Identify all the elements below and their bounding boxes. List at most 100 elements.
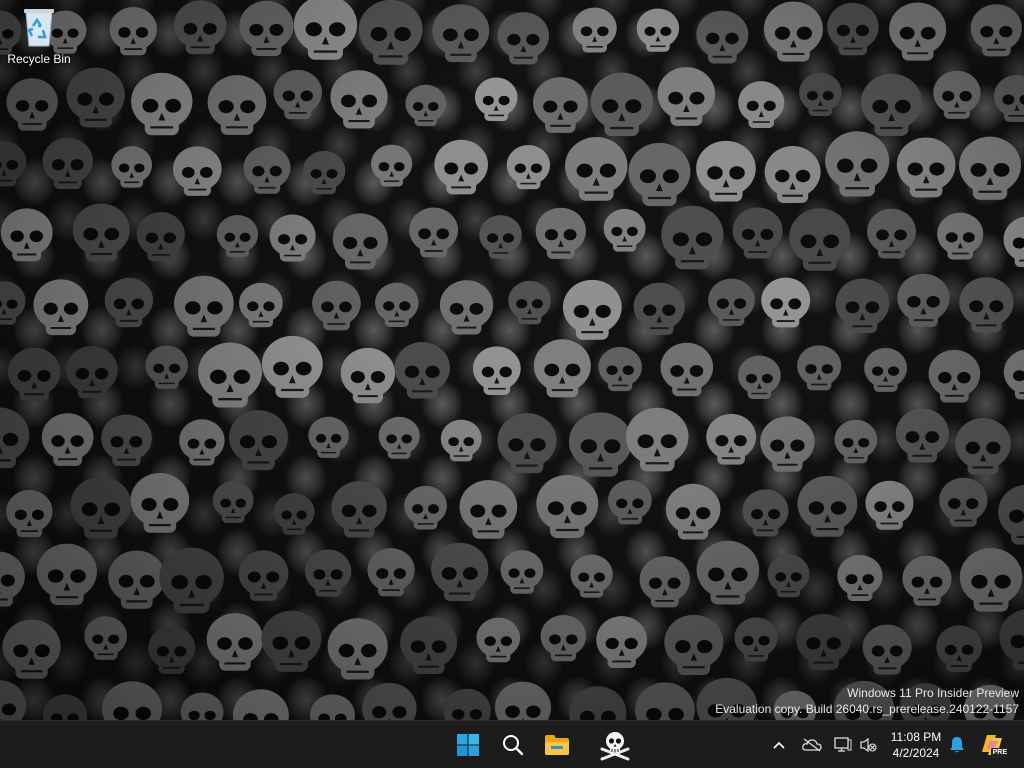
wallpaper-skull [137, 212, 185, 261]
taskbar: 11:08 PM 4/2/2024 PRE [0, 720, 1024, 768]
wallpaper-skull [569, 686, 626, 720]
wallpaper-skull [1, 208, 53, 261]
wallpaper-skull [0, 407, 29, 468]
wallpaper-skull [181, 692, 224, 720]
wallpaper-skull [43, 694, 88, 720]
wallpaper-skull [498, 12, 549, 64]
wallpaper-skull [765, 146, 821, 203]
wallpaper-skull [341, 348, 395, 403]
wallpaper-skull [66, 346, 118, 399]
wallpaper-skull [734, 617, 777, 661]
wallpaper-skull [738, 356, 781, 399]
wallpaper-skull [959, 277, 1013, 332]
wallpaper-skull [897, 138, 956, 198]
wallpaper-skull [827, 3, 878, 55]
chevron-up-icon [773, 741, 785, 749]
wallpaper-skull [696, 141, 756, 202]
onedrive-tray-button[interactable] [799, 721, 825, 769]
recycle-bin-label: Recycle Bin [7, 52, 70, 66]
copilot-button[interactable]: PRE [978, 721, 1008, 769]
wallpaper-skull [476, 618, 520, 663]
wallpaper-skull [939, 478, 987, 527]
recycle-bin-icon [19, 6, 59, 48]
wallpaper-skull [937, 213, 983, 260]
wallpaper-skull [994, 75, 1024, 122]
wallpaper-skull [208, 75, 267, 135]
copilot-pre-badge: PRE [991, 748, 1009, 758]
wallpaper-skull [889, 3, 946, 61]
wallpaper-skull [174, 1, 227, 55]
skull-crossbones-icon [599, 729, 631, 761]
wallpaper-skull [0, 281, 26, 324]
wallpaper-skull [837, 555, 882, 601]
clock-date: 4/2/2024 [884, 745, 948, 761]
wallpaper-skull [533, 77, 588, 133]
wallpaper-skull [697, 541, 760, 605]
wallpaper-skull [971, 4, 1022, 56]
wallpaper-skull [331, 481, 386, 537]
wallpaper-skull [626, 408, 689, 472]
wallpaper-skull [362, 683, 417, 720]
wallpaper-skull [896, 408, 949, 462]
wallpaper-skull [563, 280, 622, 340]
wallpaper-skull [70, 477, 131, 539]
search-button[interactable] [494, 726, 532, 764]
wallpaper-skull [706, 414, 756, 465]
wallpaper-skull [198, 342, 262, 407]
watermark-edition: Windows 11 Pro Insider Preview [715, 685, 1019, 701]
wallpaper-skull [999, 609, 1024, 671]
wallpaper-skull [867, 209, 916, 259]
wallpaper-skull [797, 345, 841, 390]
wallpaper-skull [998, 485, 1024, 545]
volume-tray-button[interactable] [857, 721, 879, 769]
wallpaper-skull [110, 7, 157, 55]
wallpaper-skull [409, 208, 458, 258]
wallpaper-skull [658, 67, 716, 126]
wallpaper-skull [664, 615, 723, 675]
wallpaper-skull [43, 138, 93, 189]
wallpaper-skull [274, 70, 322, 119]
wallpaper-skull [460, 480, 518, 539]
wallpaper-skull [310, 694, 355, 720]
wallpaper-skull [102, 681, 162, 720]
clock-button[interactable]: 11:08 PM 4/2/2024 [884, 729, 948, 761]
wallpaper-skull [825, 131, 889, 196]
wallpaper-skull [764, 2, 823, 62]
clock-time: 11:08 PM [884, 729, 948, 745]
wallpaper-skull [863, 625, 912, 675]
show-hidden-icons-button[interactable] [768, 721, 790, 769]
wallpaper-skull [955, 418, 1011, 475]
skull-app-button[interactable] [596, 726, 634, 764]
wallpaper-skull [933, 71, 980, 119]
wallpaper-skull [308, 417, 349, 458]
wallpaper-skull [604, 209, 646, 252]
wallpaper-skull [131, 73, 192, 135]
notification-button[interactable] [946, 721, 968, 769]
recycle-bin-desktop-icon[interactable]: Recycle Bin [4, 6, 74, 76]
wallpaper-skull [375, 283, 419, 327]
volume-muted-icon [859, 737, 877, 753]
wallpaper-skull [73, 203, 130, 261]
wallpaper-skull [84, 616, 127, 660]
wallpaper-skull [2, 620, 60, 679]
wallpaper-skull [159, 548, 224, 614]
network-tray-button[interactable] [831, 721, 855, 769]
wallpaper-skull [294, 0, 357, 60]
wallpaper-skull [507, 145, 550, 189]
wallpaper-skull [666, 484, 721, 540]
wallpaper-skull [0, 141, 26, 186]
wallpaper-skull [239, 283, 283, 328]
wallpaper-skull [174, 276, 234, 337]
wallpaper-skull [440, 280, 493, 334]
wallpaper-skull [111, 146, 152, 187]
wallpaper-skull [37, 544, 97, 605]
start-button[interactable] [449, 726, 487, 764]
wallpaper-skull [959, 137, 1021, 200]
wallpaper-skull [217, 215, 258, 257]
wallpaper-skull [233, 689, 289, 720]
wallpaper-skull [131, 473, 190, 533]
wallpaper-skull [902, 556, 951, 606]
wallpaper-skull [443, 689, 491, 720]
file-explorer-button[interactable] [538, 726, 576, 764]
wallpaper-skull [145, 345, 188, 388]
